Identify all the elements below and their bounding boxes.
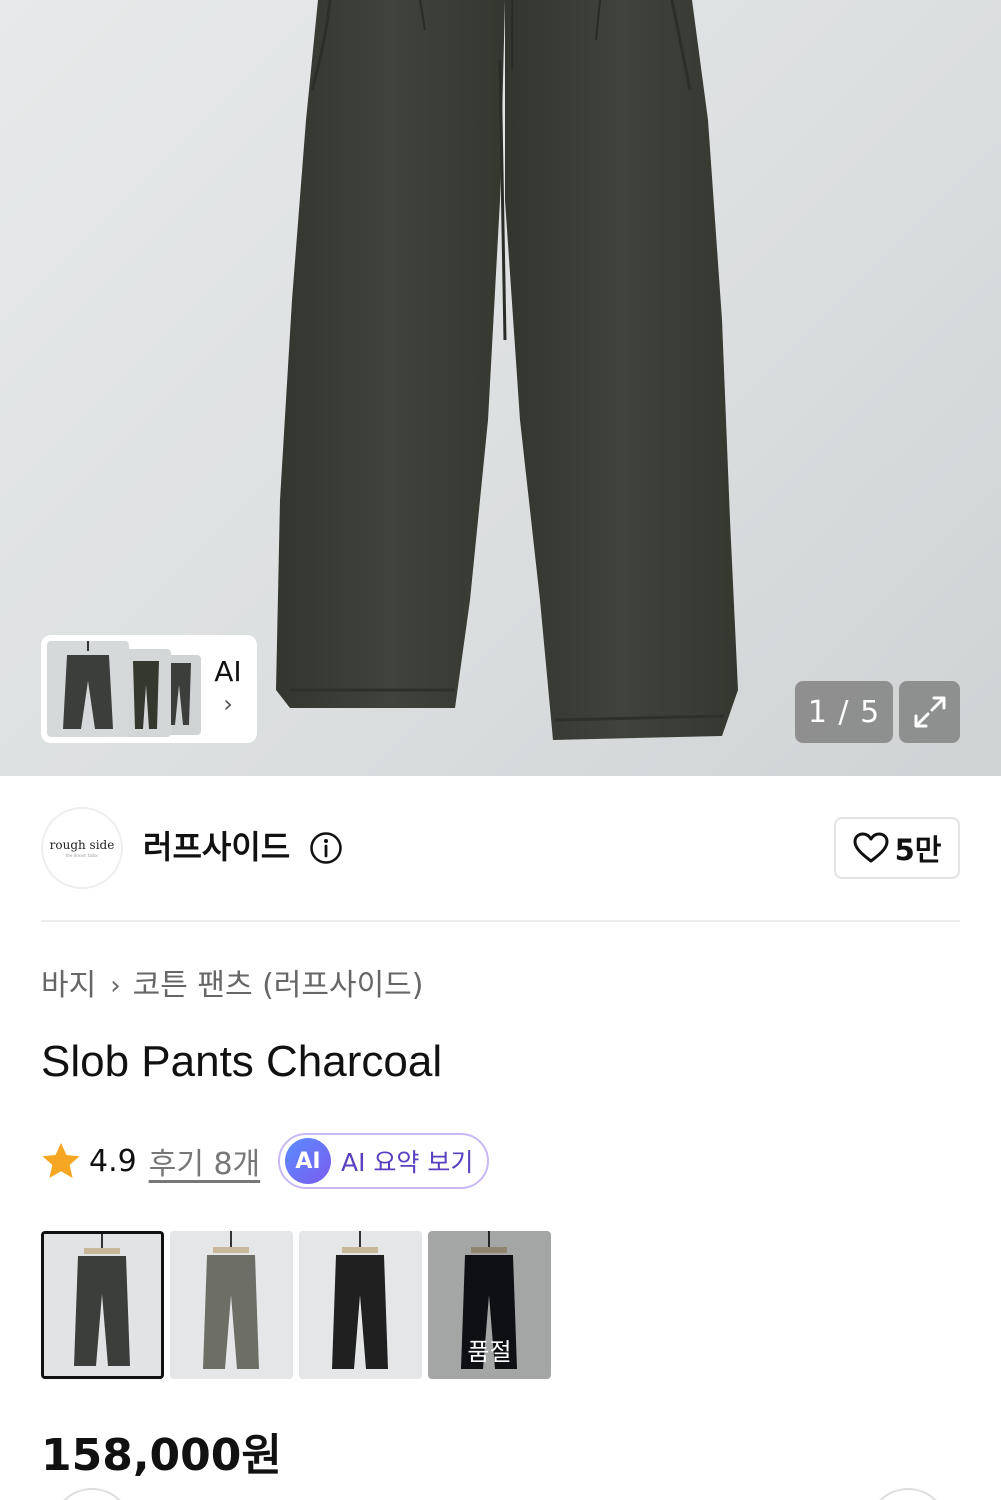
rating-row: 4.9 후기 8개 [41,1132,260,1190]
color-options: 품절 [41,1231,551,1379]
reviews-link[interactable]: 후기 8개 [149,1139,260,1183]
breadcrumb: 바지 › 코튼 팬츠 (러프사이드) [41,966,424,1006]
color-option-navy-soldout[interactable]: 품절 [428,1231,551,1379]
star-icon [42,1143,80,1178]
soldout-label: 품절 [467,1338,512,1366]
ai-thumbnail-stack [47,641,201,737]
ai-related-items-button[interactable]: AI › [41,635,257,743]
info-icon[interactable] [309,831,343,865]
brand-name[interactable]: 러프사이드 [143,826,290,868]
ai-summary-button[interactable]: AI AI 요약 보기 [278,1133,489,1189]
color-option-black[interactable] [299,1231,422,1379]
product-price: 158,000원 [41,1430,282,1481]
breadcrumb-category[interactable]: 바지 [41,966,96,1006]
like-count: 5만 [894,833,942,867]
chevron-right-icon: › [223,690,233,718]
like-button[interactable]: 5만 [834,817,960,879]
swatch-image [44,1234,161,1376]
brand-logo-text: rough side [49,838,115,852]
brand-logo[interactable]: rough side the dream tailor [41,807,123,889]
color-option-khaki[interactable] [170,1231,293,1379]
brand-logo-subtext: the dream tailor [65,853,99,858]
divider [41,920,960,922]
rating-score: 4.9 [89,1143,137,1179]
expand-button[interactable] [899,681,960,743]
product-title: Slob Pants Charcoal [41,1037,443,1086]
ai-label: AI [214,655,242,688]
expand-icon [914,696,945,728]
swatch-image [170,1231,293,1379]
chevron-right-icon: › [110,971,121,1001]
heart-icon [853,832,889,863]
image-counter: 1 / 5 [795,681,893,743]
breadcrumb-subcategory[interactable]: 코튼 팬츠 (러프사이드) [133,966,424,1006]
swatch-image [299,1231,422,1379]
ai-summary-label: AI 요약 보기 [341,1148,474,1177]
bottom-left-button[interactable] [52,1488,132,1500]
product-image-gallery[interactable]: AI › 1 / 5 [0,0,1001,776]
color-option-charcoal[interactable] [41,1231,164,1379]
bottom-right-button[interactable] [868,1488,948,1500]
ai-badge: AI [285,1138,331,1184]
